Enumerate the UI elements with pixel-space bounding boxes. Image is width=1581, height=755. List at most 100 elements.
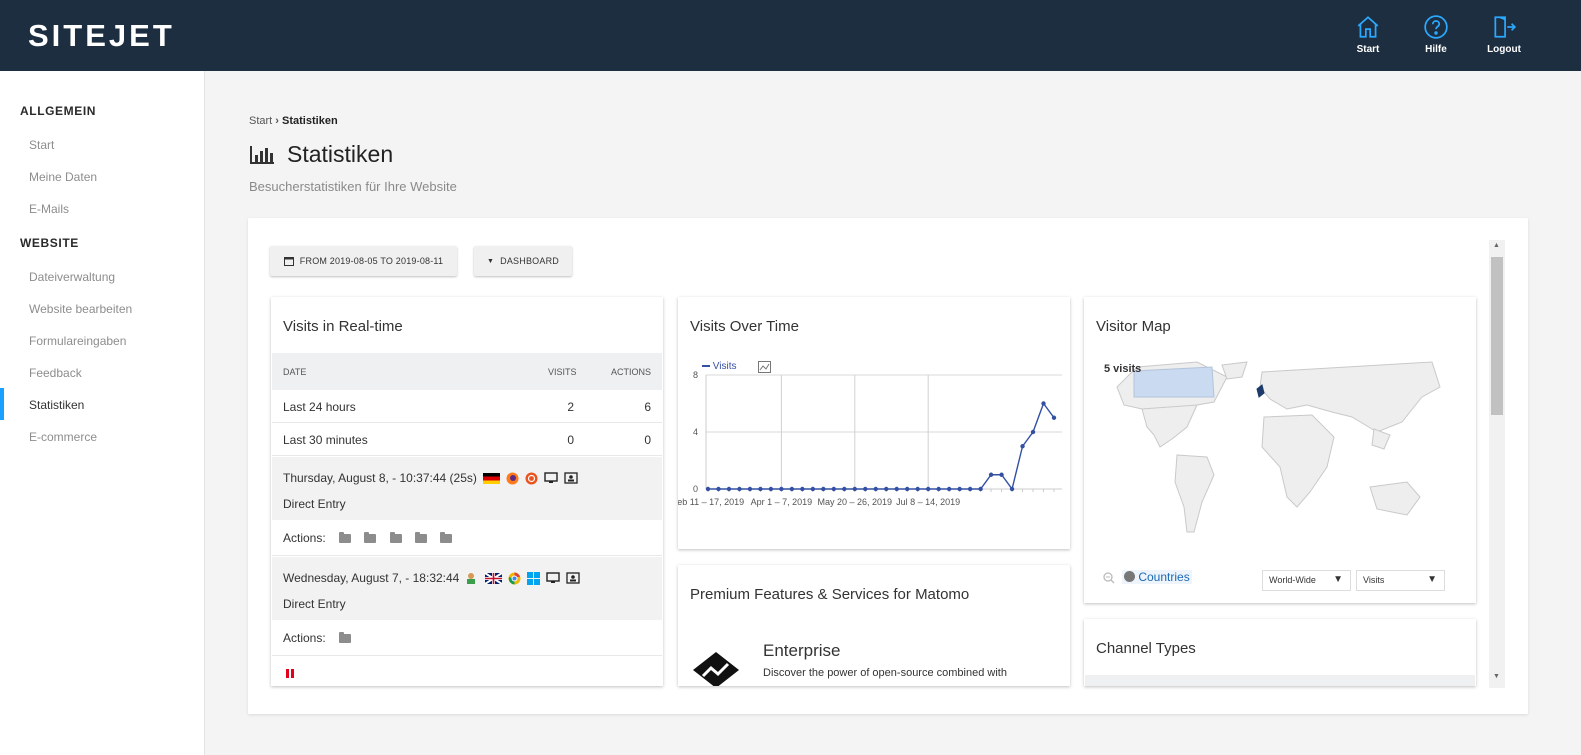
scrollbar[interactable]: ▲ ▼ bbox=[1489, 240, 1505, 688]
visit-entry[interactable]: Wednesday, August 7, - 18:32:44 Direct E… bbox=[272, 557, 662, 620]
data-point bbox=[1041, 401, 1046, 406]
col-visits: VISITS bbox=[548, 366, 577, 377]
data-point bbox=[852, 486, 857, 492]
folder-icon[interactable] bbox=[415, 531, 428, 543]
sidebar-item-ecommerce[interactable]: E-commerce bbox=[29, 430, 97, 444]
page-title-text: Statistiken bbox=[287, 141, 394, 167]
sidebar-item-start[interactable]: Start bbox=[29, 138, 54, 152]
visits-line-chart: 0 4 8 Feb 11 – 17, 2019 Apr 1 – 7, 2019 May 2… bbox=[678, 370, 1062, 507]
visits-over-time-widget: Visits Over Time Visits 0 4 8 Feb 11 – 17, … bbox=[678, 297, 1070, 549]
realtime-widget: Visits in Real-time DATE VISITS ACTIONS … bbox=[271, 297, 663, 686]
data-point bbox=[842, 486, 847, 492]
sidebar-item-dateiverwaltung[interactable]: Dateiverwaltung bbox=[29, 270, 115, 284]
visitor-map-widget: Visitor Map 5 visits Countries World-Wid… bbox=[1084, 297, 1476, 603]
folder-icon[interactable] bbox=[339, 631, 352, 643]
y-tick-label: 4 bbox=[693, 427, 698, 437]
folder-icon[interactable] bbox=[364, 531, 377, 543]
nav-start[interactable]: Start bbox=[1343, 14, 1393, 55]
folder-icon[interactable] bbox=[389, 531, 402, 543]
sidebar-section-allgemein: ALLGEMEIN bbox=[20, 104, 97, 118]
data-point bbox=[946, 486, 952, 492]
visit-entry[interactable]: Thursday, August 8, - 10:37:44 (25s) Dir… bbox=[272, 457, 662, 520]
pause-icon[interactable] bbox=[286, 669, 294, 678]
realtime-title: Visits in Real-time bbox=[283, 318, 403, 335]
nav-help[interactable]: Hilfe bbox=[1411, 14, 1461, 55]
sidebar-item-formulareingaben[interactable]: Formulareingaben bbox=[29, 334, 126, 348]
map-annotation: 5 visits bbox=[1104, 363, 1142, 375]
region-select[interactable]: World-Wide ▼ bbox=[1262, 570, 1351, 591]
dashboard-label: DASHBOARD bbox=[500, 256, 559, 266]
x-tick-label: May 20 – 26, 2019 bbox=[818, 497, 893, 507]
breadcrumb-current: Statistiken bbox=[282, 115, 338, 127]
ubuntu-icon bbox=[525, 472, 538, 484]
data-point bbox=[967, 486, 973, 492]
data-point bbox=[863, 486, 868, 492]
metric-select[interactable]: Visits ▼ bbox=[1356, 570, 1445, 591]
y-tick-label: 8 bbox=[693, 370, 698, 380]
premium-heading: Enterprise bbox=[763, 641, 841, 660]
table-row: Last 30 minutes 0 0 bbox=[272, 424, 662, 456]
sidebar-section-website: WEBSITE bbox=[20, 236, 79, 250]
folder-icon[interactable] bbox=[339, 531, 352, 543]
home-icon bbox=[1357, 16, 1379, 38]
row-actions: 6 bbox=[644, 399, 651, 414]
data-point bbox=[821, 486, 826, 492]
world-map[interactable] bbox=[1102, 357, 1442, 547]
actions-label: Actions: bbox=[283, 630, 326, 645]
sitejet-logo[interactable]: SITEJET bbox=[28, 18, 175, 54]
data-point bbox=[1030, 429, 1036, 435]
data-point bbox=[873, 486, 878, 492]
data-point bbox=[789, 486, 795, 492]
scroll-up-arrow[interactable]: ▲ bbox=[1493, 242, 1500, 249]
row-label: Last 24 hours bbox=[283, 399, 356, 414]
visit-actions: Actions: bbox=[272, 520, 662, 556]
data-point bbox=[978, 486, 983, 492]
flag-uk-icon bbox=[485, 572, 503, 584]
channel-types-title: Channel Types bbox=[1096, 640, 1196, 657]
visitor-map-title: Visitor Map bbox=[1096, 318, 1171, 335]
x-tick-label: Apr 1 – 7, 2019 bbox=[751, 497, 813, 507]
help-icon bbox=[1424, 15, 1448, 39]
data-point bbox=[810, 486, 816, 492]
sidebar-item-meine-daten[interactable]: Meine Daten bbox=[29, 170, 97, 184]
data-point bbox=[915, 486, 920, 492]
visits-over-time-title: Visits Over Time bbox=[690, 318, 799, 335]
x-tick-label: Jul 8 – 14, 2019 bbox=[896, 497, 960, 507]
sidebar-item-feedback[interactable]: Feedback bbox=[29, 366, 82, 380]
sidebar-item-website-bearbeiten[interactable]: Website bearbeiten bbox=[29, 302, 132, 316]
channel-types-widget: Channel Types bbox=[1084, 619, 1476, 686]
data-point bbox=[999, 472, 1004, 477]
data-point bbox=[800, 486, 805, 492]
row-visits: 2 bbox=[567, 399, 574, 414]
y-tick-label: 0 bbox=[693, 484, 698, 494]
data-point bbox=[1051, 415, 1057, 420]
nav-logout[interactable]: Logout bbox=[1479, 14, 1529, 55]
data-point bbox=[1009, 486, 1015, 492]
sidebar-item-statistiken[interactable]: Statistiken bbox=[29, 398, 84, 412]
zoom-out-icon[interactable] bbox=[1103, 572, 1115, 584]
data-point bbox=[705, 486, 711, 492]
sidebar-item-emails[interactable]: E-Mails bbox=[29, 202, 69, 216]
visitor-profile-icon[interactable] bbox=[566, 572, 580, 584]
data-point bbox=[747, 486, 753, 492]
countries-link[interactable]: Countries bbox=[1122, 570, 1192, 584]
caret-down-icon: ▼ bbox=[487, 257, 495, 265]
scroll-down-arrow[interactable]: ▼ bbox=[1493, 673, 1500, 680]
scrollbar-thumb[interactable] bbox=[1491, 257, 1503, 415]
breadcrumb-start[interactable]: Start bbox=[249, 115, 272, 127]
nav-logout-label: Logout bbox=[1487, 44, 1521, 55]
data-point bbox=[779, 486, 784, 492]
sidebar-active-indicator bbox=[0, 388, 4, 420]
col-date: DATE bbox=[283, 366, 307, 377]
data-point bbox=[894, 486, 899, 492]
date-range-button[interactable]: FROM 2019-08-05 TO 2019-08-11 bbox=[270, 246, 457, 276]
dashboard-button[interactable]: ▼ DASHBOARD bbox=[474, 246, 572, 276]
visitor-profile-icon[interactable] bbox=[564, 472, 578, 484]
data-point bbox=[957, 486, 962, 492]
returning-visitor-icon bbox=[467, 572, 476, 584]
premium-text: Discover the power of open-source combin… bbox=[763, 667, 1007, 679]
folder-icon[interactable] bbox=[440, 531, 453, 543]
visit-referrer: Direct Entry bbox=[283, 597, 346, 611]
caret-down-icon: ▼ bbox=[1427, 574, 1437, 585]
breadcrumb: Start › Statistiken bbox=[249, 115, 338, 127]
